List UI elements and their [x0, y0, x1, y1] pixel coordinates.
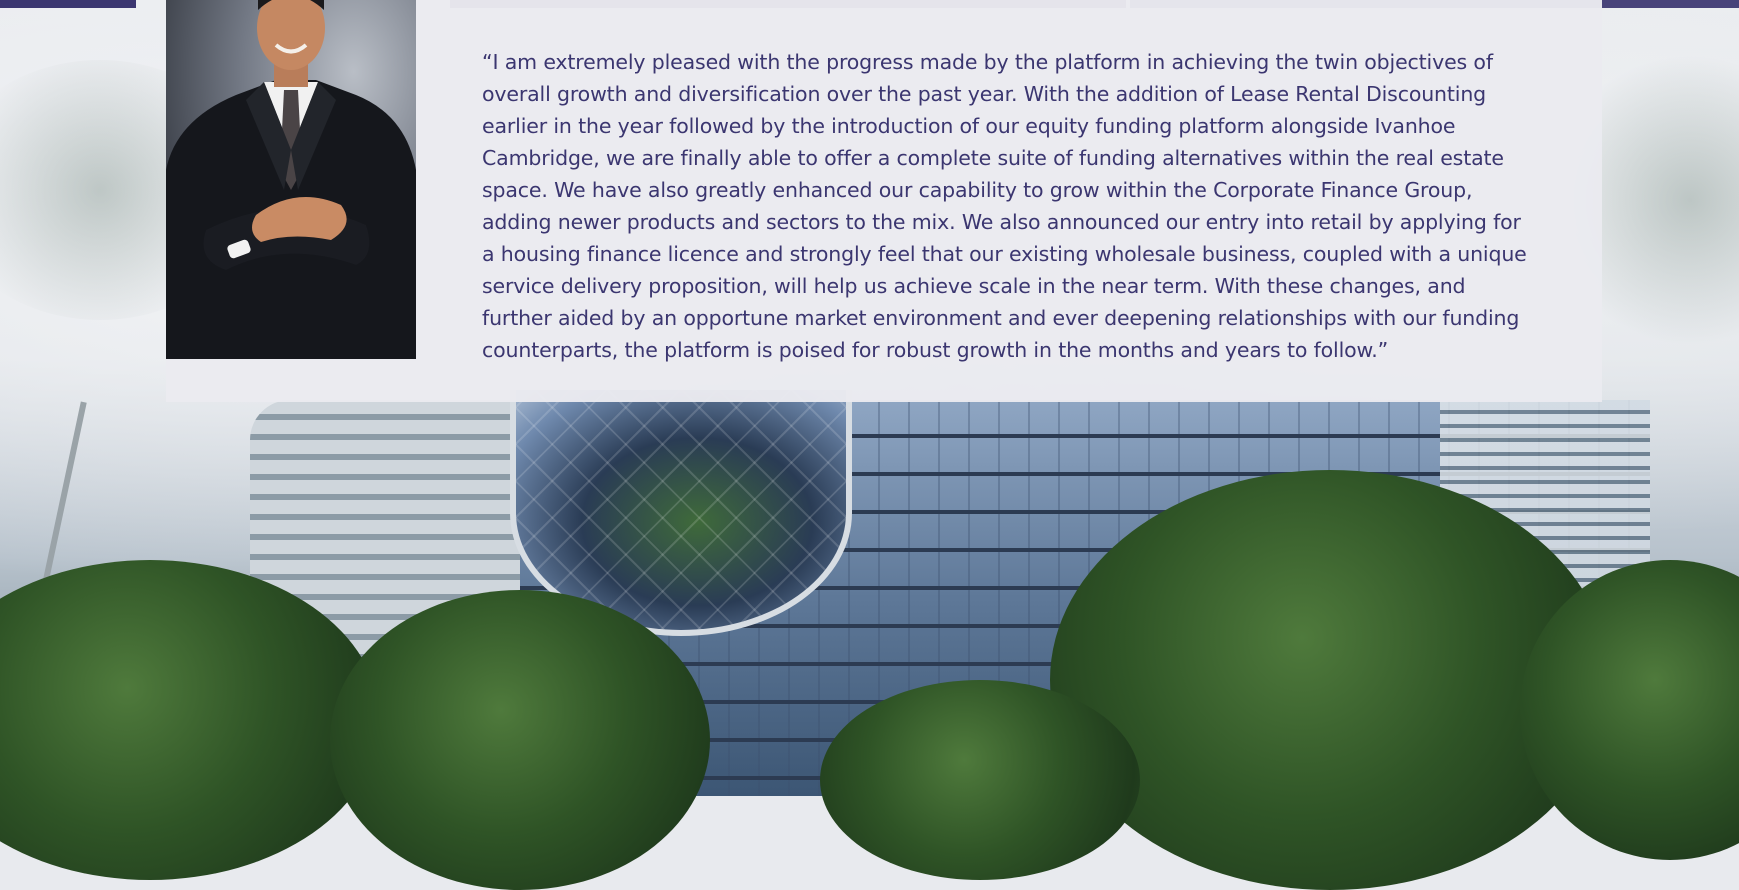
portrait-illustration [166, 0, 416, 359]
tree [820, 680, 1140, 880]
quote-text: “I am extremely pleased with the progres… [482, 50, 1527, 362]
tree [330, 590, 710, 890]
executive-portrait [166, 0, 416, 359]
top-strip-left [0, 0, 136, 8]
